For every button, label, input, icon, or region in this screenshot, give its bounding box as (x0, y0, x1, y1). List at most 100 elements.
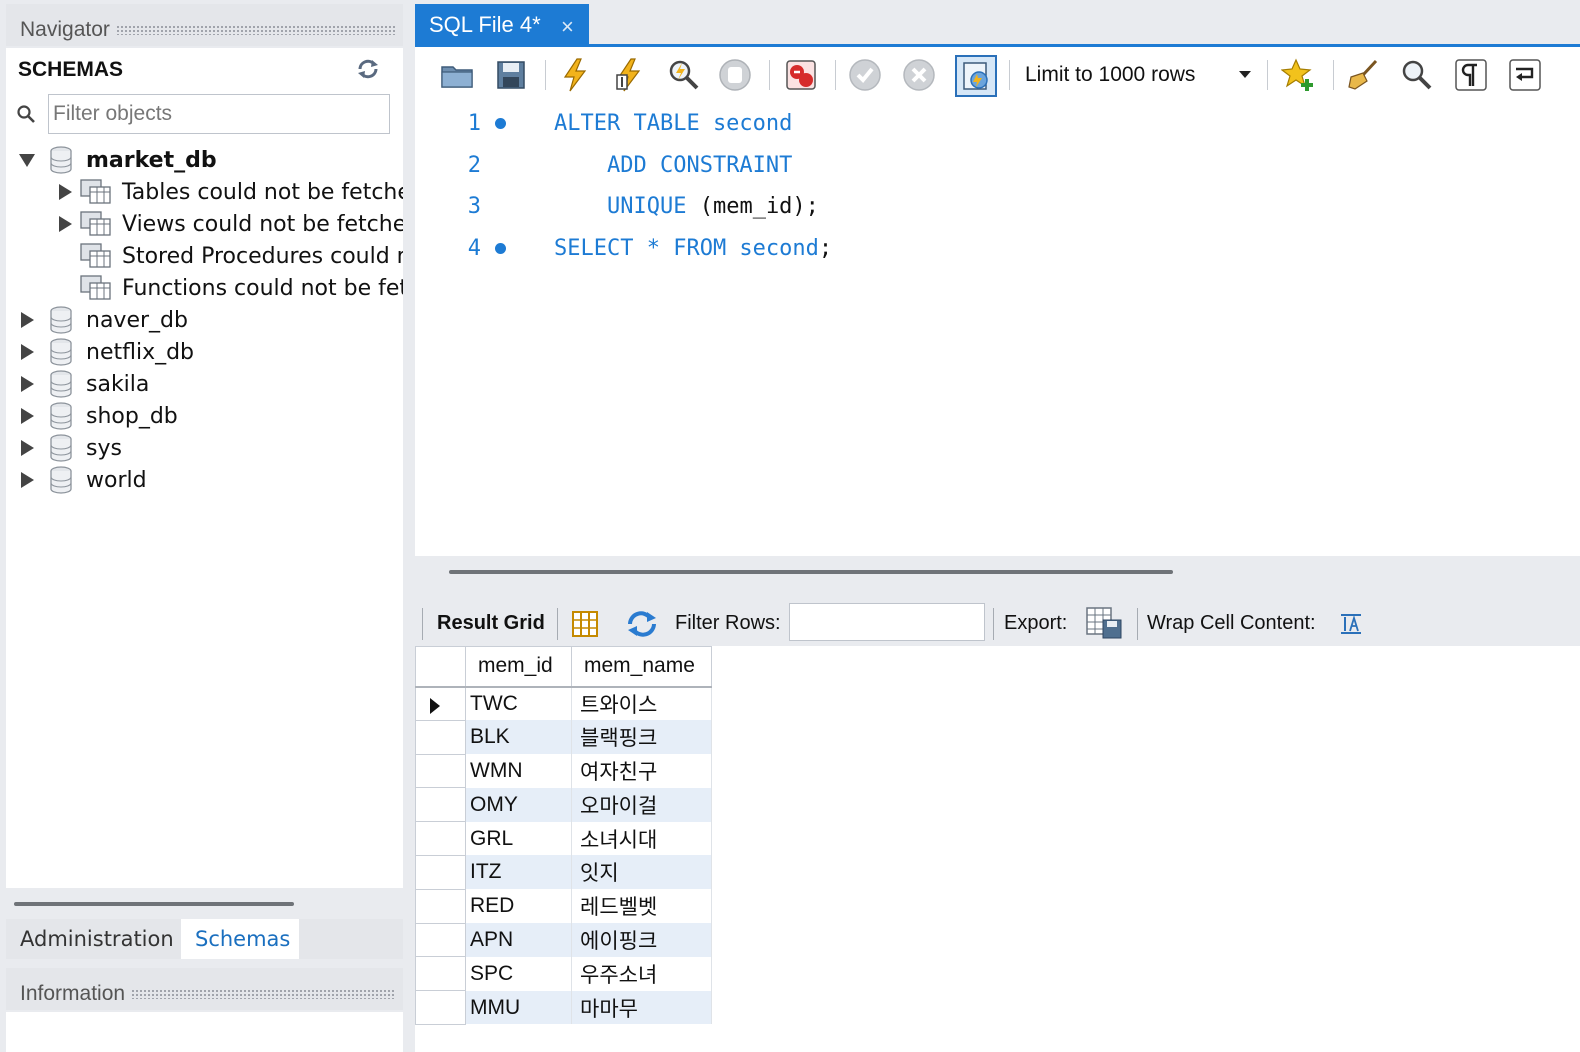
row-selector[interactable] (415, 889, 466, 924)
table-row[interactable]: TWC 트와이스 (415, 686, 712, 721)
chevron-down-icon (1239, 71, 1251, 78)
collapse-arrow-icon[interactable] (18, 151, 36, 169)
expand-arrow-icon[interactable] (56, 183, 74, 201)
editor-results-splitter[interactable] (449, 570, 1173, 574)
schema-item[interactable]: sys (18, 432, 122, 464)
cell-mem-id[interactable]: WMN (465, 754, 572, 788)
wrap-text-icon[interactable] (1507, 57, 1543, 93)
result-grid-label[interactable]: Result Grid (437, 612, 545, 635)
add-snippet-icon[interactable] (1281, 57, 1317, 93)
table-row[interactable]: MMU 마마무 (415, 990, 712, 1025)
beautify-icon[interactable] (1345, 57, 1381, 93)
column-header-mem-id[interactable]: mem_id (465, 646, 572, 688)
line-number: 2 (467, 152, 481, 178)
row-header-corner (415, 646, 466, 688)
cell-mem-name[interactable]: 소녀시대 (571, 821, 712, 856)
cell-mem-id[interactable]: OMY (465, 787, 572, 822)
cell-mem-name[interactable]: 우주소녀 (571, 956, 712, 991)
cell-mem-id[interactable]: TWC (465, 686, 572, 721)
table-row[interactable]: SPC 우주소녀 (415, 956, 712, 992)
schema-group-item[interactable]: Views could not be fetched (56, 208, 403, 240)
stop-on-error-icon[interactable] (783, 57, 819, 93)
cell-mem-name[interactable]: 트와이스 (571, 686, 712, 721)
schema-market-db[interactable]: market_db (18, 144, 217, 176)
commit-icon[interactable] (847, 57, 883, 93)
limit-rows-dropdown[interactable]: Limit to 1000 rows (1019, 57, 1259, 93)
tab-sql-file[interactable]: SQL File 4* × (415, 4, 589, 46)
row-selector[interactable] (415, 686, 466, 721)
cell-mem-id[interactable]: SPC (465, 956, 572, 991)
column-header-mem-name[interactable]: mem_name (571, 646, 712, 688)
row-selector[interactable] (415, 956, 466, 992)
cell-mem-name[interactable]: 오마이걸 (571, 787, 712, 822)
expand-arrow-icon[interactable] (18, 439, 36, 457)
cell-mem-id[interactable]: APN (465, 923, 572, 957)
row-selector[interactable] (415, 754, 466, 789)
cell-mem-id[interactable]: ITZ (465, 855, 572, 890)
schema-item[interactable]: world (18, 464, 147, 496)
cell-mem-name[interactable]: 여자친구 (571, 754, 712, 788)
explain-icon[interactable] (665, 57, 701, 93)
execute-icon[interactable] (557, 57, 593, 93)
table-row[interactable]: BLK 블랙핑크 (415, 720, 712, 755)
tab-schemas[interactable]: Schemas (181, 919, 299, 959)
autocommit-icon[interactable] (955, 55, 997, 97)
grid-view-icon[interactable] (571, 610, 599, 638)
information-panel (6, 1012, 403, 1052)
expand-arrow-icon[interactable] (18, 407, 36, 425)
panel-splitter[interactable] (14, 902, 294, 906)
execute-current-icon[interactable] (611, 57, 647, 93)
cell-mem-name[interactable]: 블랙핑크 (571, 720, 712, 755)
schema-item[interactable]: naver_db (18, 304, 188, 336)
cell-mem-name[interactable]: 잇지 (571, 855, 712, 890)
cell-mem-id[interactable]: MMU (465, 990, 572, 1025)
wrap-cell-icon[interactable] (1339, 612, 1363, 636)
row-selector[interactable] (415, 990, 466, 1025)
schema-item[interactable]: shop_db (18, 400, 178, 432)
statement-marker-icon[interactable] (495, 242, 506, 254)
cell-mem-id[interactable]: GRL (465, 821, 572, 856)
expand-arrow-icon[interactable] (56, 215, 74, 233)
table-row[interactable]: ITZ 잇지 (415, 855, 712, 890)
cell-mem-id[interactable]: BLK (465, 720, 572, 755)
statement-marker-icon[interactable] (495, 118, 506, 129)
tab-administration[interactable]: Administration (6, 919, 188, 959)
cell-mem-id[interactable]: RED (465, 889, 572, 924)
invisible-chars-icon[interactable] (1453, 57, 1489, 93)
close-icon[interactable]: × (561, 14, 574, 40)
table-row[interactable]: GRL 소녀시대 (415, 821, 712, 856)
row-selector[interactable] (415, 821, 466, 856)
drag-grip[interactable] (131, 989, 395, 999)
row-selector[interactable] (415, 923, 466, 958)
row-selector[interactable] (415, 787, 466, 823)
row-selector[interactable] (415, 855, 466, 890)
schema-item[interactable]: netflix_db (18, 336, 194, 368)
filter-rows-input[interactable] (789, 603, 985, 641)
table-row[interactable]: OMY 오마이걸 (415, 787, 712, 823)
expand-arrow-icon[interactable] (18, 471, 36, 489)
schema-group-item[interactable]: Tables could not be fetched (56, 176, 403, 208)
cell-mem-name[interactable]: 마마무 (571, 990, 712, 1025)
schema-group-item[interactable]: Functions could not be fetched (56, 272, 403, 304)
refresh-results-icon[interactable] (625, 610, 659, 638)
sql-editor[interactable]: 1 ALTER TABLE second 2 ADD CONSTRAINT 3 UNI… (415, 103, 1580, 556)
rollback-icon[interactable] (901, 57, 937, 93)
expand-arrow-icon[interactable] (18, 343, 36, 361)
schema-name: world (86, 467, 147, 493)
expand-arrow-icon[interactable] (18, 311, 36, 329)
expand-arrow-icon[interactable] (18, 375, 36, 393)
save-icon[interactable] (493, 57, 529, 93)
schema-group-item[interactable]: Stored Procedures could not be fetched (56, 240, 403, 272)
row-selector[interactable] (415, 720, 466, 755)
table-row[interactable]: APN 에이핑크 (415, 923, 712, 958)
open-folder-icon[interactable] (439, 57, 475, 93)
stop-icon[interactable] (717, 57, 753, 93)
export-icon[interactable] (1085, 606, 1123, 640)
table-row[interactable]: WMN 여자친구 (415, 754, 712, 789)
find-icon[interactable] (1399, 57, 1435, 93)
cell-mem-name[interactable]: 레드벨벳 (571, 889, 712, 924)
cell-mem-name[interactable]: 에이핑크 (571, 923, 712, 957)
schema-item[interactable]: sakila (18, 368, 149, 400)
drag-grip[interactable] (115, 25, 395, 35)
table-row[interactable]: RED 레드벨벳 (415, 889, 712, 924)
